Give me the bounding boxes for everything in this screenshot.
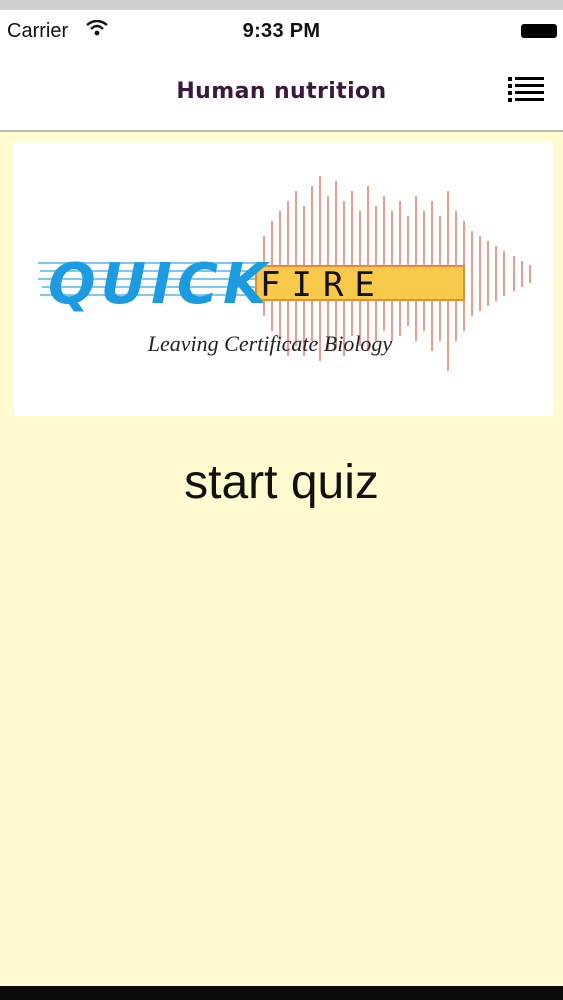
logo-word-quick: QUICK <box>48 252 271 317</box>
battery-icon <box>521 24 557 38</box>
start-quiz-button[interactable]: start quiz <box>0 455 563 510</box>
quickfire-banner: QUICK FIRE Leaving Certificate Biology <box>14 141 553 416</box>
list-menu-icon[interactable] <box>506 75 546 105</box>
logo-word-fire: FIRE <box>260 265 386 305</box>
logo-tagline: Leaving Certificate Biology <box>147 331 393 356</box>
bottom-bar <box>0 986 563 1000</box>
window-top-strip <box>0 0 563 10</box>
clock-label: 9:33 PM <box>242 20 321 42</box>
status-bar: Carrier 9:33 PM <box>0 10 563 52</box>
quickfire-logo: QUICK FIRE Leaving Certificate Biology <box>38 176 531 371</box>
navigation-bar: Human nutrition <box>0 52 563 132</box>
page-title: Human nutrition <box>176 79 387 104</box>
